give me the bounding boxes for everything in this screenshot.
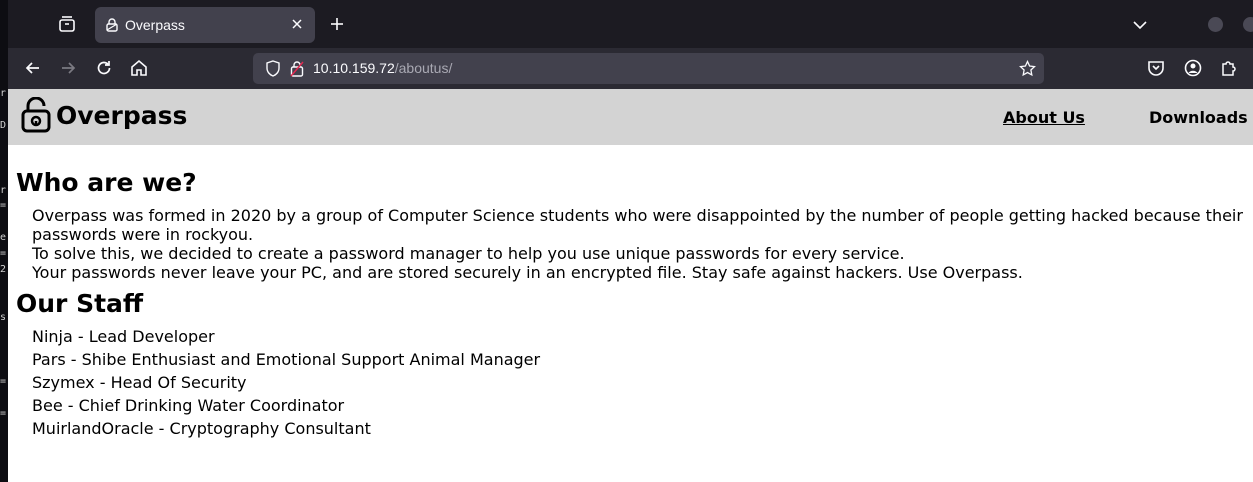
about-line: Your passwords never leave your PC, and … <box>32 263 1023 282</box>
close-icon[interactable] <box>289 16 305 32</box>
site-header: Overpass About Us Downloads <box>8 89 1253 145</box>
address-bar[interactable]: 10.10.159.72/aboutus/ <box>253 53 1044 84</box>
page-content: Overpass About Us Downloads Who are we? … <box>8 89 1253 482</box>
lock-icon <box>106 18 118 32</box>
star-icon[interactable] <box>1019 60 1036 77</box>
extensions-icon[interactable] <box>1219 58 1239 78</box>
staff-item: Bee - Chief Drinking Water Coordinator <box>32 396 345 415</box>
back-icon[interactable] <box>23 58 43 78</box>
about-line: To solve this, we decided to create a pa… <box>32 244 905 263</box>
site-logo-text[interactable]: Overpass <box>56 101 187 130</box>
plus-icon[interactable] <box>329 16 345 32</box>
url-text: 10.10.159.72/aboutus/ <box>313 60 452 76</box>
account-icon[interactable] <box>1183 58 1203 78</box>
staff-item: MuirlandOracle - Cryptography Consultant <box>32 419 371 438</box>
tab-title: Overpass <box>125 17 185 33</box>
forward-icon[interactable] <box>58 58 78 78</box>
url-path: /aboutus/ <box>394 60 453 76</box>
nav-toolbar: 10.10.159.72/aboutus/ <box>8 48 1253 89</box>
insecure-lock-icon[interactable] <box>290 60 304 77</box>
our-staff-heading: Our Staff <box>16 289 144 318</box>
minimize-button[interactable] <box>1208 17 1223 32</box>
background-terminal: rDr = e = 2 s = = <box>0 0 8 482</box>
tab-bar: Overpass <box>8 0 1253 48</box>
tab-overpass[interactable]: Overpass <box>95 7 315 43</box>
staff-item: Szymex - Head Of Security <box>32 373 247 392</box>
url-host: 10.10.159.72 <box>313 60 395 76</box>
staff-item: Pars - Shibe Enthusiast and Emotional Su… <box>32 350 541 369</box>
reload-icon[interactable] <box>94 58 114 78</box>
nav-about-us[interactable]: About Us <box>1003 108 1085 127</box>
about-line: Overpass was formed in 2020 by a group o… <box>32 206 1243 225</box>
nav-downloads[interactable]: Downloads <box>1149 108 1248 127</box>
home-icon[interactable] <box>129 58 149 78</box>
browser-window: Overpass 10.10.159.72/aboutus/ Overpass … <box>8 0 1253 482</box>
tab-list-icon[interactable] <box>58 15 76 33</box>
pocket-icon[interactable] <box>1146 58 1166 78</box>
chevron-down-icon[interactable] <box>1132 17 1148 33</box>
padlock-logo-icon <box>21 97 51 133</box>
about-line: passwords were in rockyou. <box>32 225 254 244</box>
shield-icon[interactable] <box>265 60 281 77</box>
who-are-we-heading: Who are we? <box>16 168 197 197</box>
staff-item: Ninja - Lead Developer <box>32 327 215 346</box>
maximize-button[interactable] <box>1243 17 1253 32</box>
